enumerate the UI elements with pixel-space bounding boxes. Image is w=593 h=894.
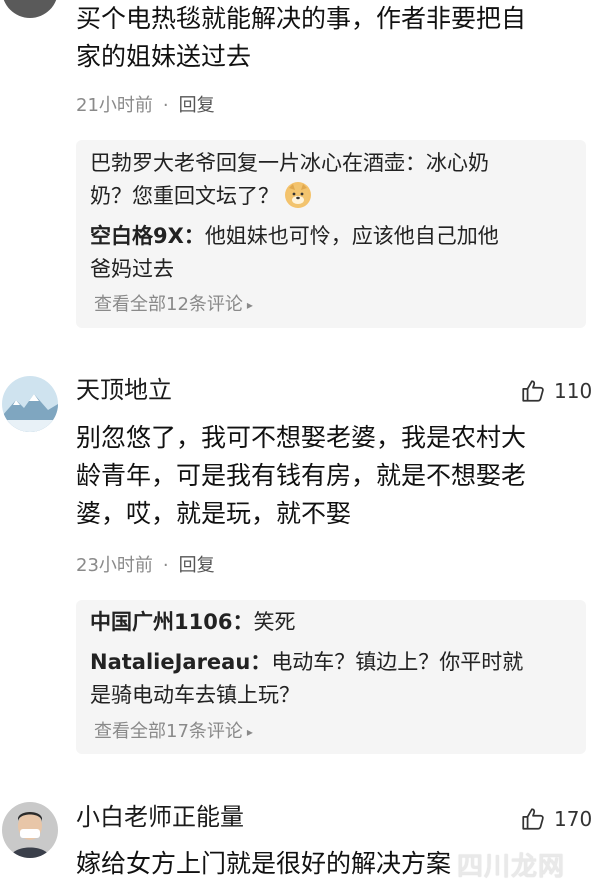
view-all-label: 查看全部17条评论: [94, 721, 243, 742]
reply-text: 爸妈过去: [90, 257, 174, 281]
reply-text: 他姐妹也可怜，应该他自己加他: [204, 224, 499, 248]
avatar[interactable]: [2, 376, 58, 432]
comment-meta: 21小时前 · 回复: [76, 95, 215, 116]
reply-item[interactable]: NatalieJareau：电动车？镇边上？你平时就: [90, 646, 570, 679]
person-avatar-icon: [2, 802, 58, 858]
reply-text: 奶？您重回文坛了？: [90, 184, 279, 208]
avatar[interactable]: [2, 0, 58, 18]
watermark: 四川龙网: [456, 852, 565, 882]
chevron-right-icon: ▸: [246, 725, 253, 739]
reply-author[interactable]: 巴勃罗大老爷回复一片冰心在酒壶：: [90, 151, 426, 175]
reply-button[interactable]: 回复: [179, 555, 215, 576]
reply-text: 是骑电动车去镇上玩？: [90, 683, 300, 707]
comment-body-line: 婆，哎，就是玩，就不娶: [76, 499, 352, 528]
like-count: 170: [554, 807, 593, 831]
comment-body-line: 嫁给女方上门就是很好的解决方案: [76, 849, 452, 878]
view-all-label: 查看全部12条评论: [94, 294, 243, 315]
comment-body: 别忽悠了，我可不想娶老婆，我是农村大 龄青年，可是我有钱有房，就是不想娶老 婆，…: [76, 419, 526, 533]
view-all-replies-link[interactable]: 查看全部17条评论 ▸: [94, 720, 253, 744]
reply-item[interactable]: 空白格9X：他姐妹也可怜，应该他自己加他: [90, 220, 570, 253]
reply-item[interactable]: 巴勃罗大老爷回复一片冰心在酒壶：冰心奶: [90, 147, 570, 180]
view-all-replies-link[interactable]: 查看全部12条评论 ▸: [94, 293, 253, 317]
commenter-name[interactable]: 小白老师正能量: [76, 802, 244, 832]
comment-body-line: 买个电热毯就能解决的事，作者非要把自: [76, 4, 527, 33]
replies-box: 巴勃罗大老爷回复一片冰心在酒壶：冰心奶 奶？您重回文坛了？ 空白格9X：他姐妹也…: [76, 140, 586, 328]
replies-box: 中国广州1106：笑死 NatalieJareau：电动车？镇边上？你平时就 是…: [76, 600, 586, 754]
comment-meta: 23小时前 · 回复: [76, 555, 215, 576]
comment-body: 买个电热毯就能解决的事，作者非要把自 家的姐妹送过去: [76, 0, 526, 76]
reply-item-cont: 奶？您重回文坛了？: [90, 180, 570, 213]
thumbs-up-icon: [522, 380, 544, 402]
chevron-right-icon: ▸: [246, 298, 253, 312]
thumbs-up-icon: [522, 808, 544, 830]
reply-author[interactable]: NatalieJareau：: [90, 650, 271, 674]
doge-emoji-icon: [285, 182, 311, 208]
reply-text: 冰心奶: [426, 151, 489, 175]
like-count: 110: [554, 379, 593, 403]
comment-body: 嫁给女方上门就是很好的解决方案: [76, 845, 451, 883]
like-button[interactable]: 170: [520, 806, 592, 832]
timestamp: 23小时前: [76, 555, 153, 576]
comment-body-line: 家的姐妹送过去: [76, 42, 252, 71]
reply-author[interactable]: 中国广州1106：: [90, 610, 253, 634]
comment-body-line: 别忽悠了，我可不想娶老婆，我是农村大: [76, 423, 527, 452]
comment-body-line: 龄青年，可是我有钱有房，就是不想娶老: [76, 461, 527, 490]
reply-item[interactable]: 中国广州1106：笑死: [90, 606, 570, 639]
timestamp: 21小时前: [76, 95, 153, 116]
reply-button[interactable]: 回复: [179, 95, 215, 116]
reply-text: 笑死: [253, 610, 296, 634]
mountain-avatar-icon: [2, 376, 58, 432]
reply-text: 电动车？镇边上？你平时就: [271, 650, 524, 674]
like-button[interactable]: 110: [520, 378, 592, 404]
reply-item-cont: 爸妈过去: [90, 253, 570, 286]
avatar[interactable]: [2, 802, 58, 858]
reply-item-cont: 是骑电动车去镇上玩？: [90, 679, 570, 712]
reply-author[interactable]: 空白格9X：: [90, 224, 205, 248]
commenter-name[interactable]: 天顶地立: [76, 375, 172, 405]
